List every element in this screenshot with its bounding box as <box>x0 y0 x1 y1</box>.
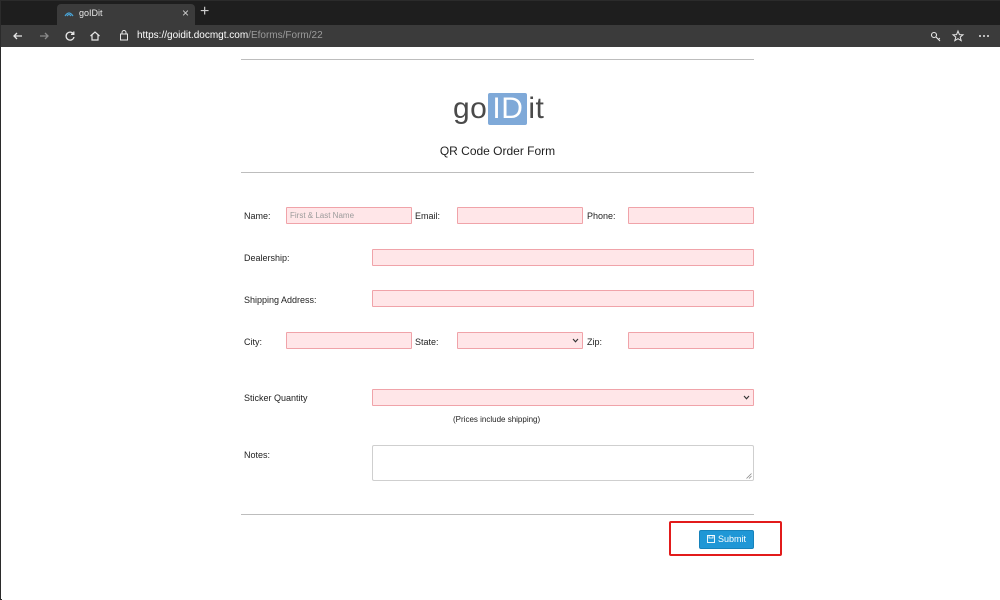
logo-it: it <box>528 92 545 125</box>
email-input[interactable] <box>457 207 583 224</box>
submit-label: Submit <box>717 534 746 544</box>
shipping-address-label: Shipping Address: <box>244 295 317 305</box>
tab-title: goIDit <box>79 8 103 18</box>
address-bar: https://goidit.docmgt.com/Eforms/Form/22 <box>1 25 1000 47</box>
form-title: QR Code Order Form <box>439 144 556 158</box>
browser-window: goIDit × + https://goidit.docmgt.com/Efo… <box>0 0 1000 600</box>
dealership-label: Dealership: <box>244 253 290 263</box>
dealership-input[interactable] <box>372 249 754 266</box>
favicon-icon <box>64 12 74 17</box>
url-path: /Eforms/Form/22 <box>248 30 323 41</box>
close-tab-icon[interactable]: × <box>182 6 189 20</box>
phone-label: Phone: <box>587 211 616 221</box>
footer-divider <box>241 514 754 515</box>
more-menu-icon[interactable] <box>975 27 993 45</box>
sticker-quantity-select[interactable] <box>372 389 754 406</box>
email-label: Email: <box>415 211 441 221</box>
city-input[interactable] <box>286 332 412 349</box>
chevron-down-icon <box>743 395 750 400</box>
zip-input[interactable] <box>628 332 754 349</box>
sticker-quantity-label: Sticker Quantity <box>244 393 308 403</box>
browser-tab[interactable]: goIDit × <box>57 4 195 25</box>
city-label: City: <box>244 337 262 347</box>
name-label: Name: <box>244 211 271 221</box>
notes-label: Notes: <box>244 450 271 460</box>
submit-button[interactable]: Submit <box>699 530 754 549</box>
url-scheme: https:// <box>137 30 168 41</box>
state-select[interactable] <box>457 332 583 349</box>
state-label: State: <box>415 337 439 347</box>
zip-label: Zip: <box>587 337 603 347</box>
name-input[interactable]: First & Last Name <box>286 207 412 224</box>
favorites-star-icon[interactable] <box>949 27 967 45</box>
page-content: go ID it QR Code Order Form Name: First & … <box>2 47 1000 600</box>
logo-id: ID <box>488 93 528 125</box>
tab-bar: goIDit × + <box>1 1 1000 25</box>
new-tab-button[interactable]: + <box>200 4 209 20</box>
header-divider <box>241 172 754 173</box>
top-divider <box>241 59 754 60</box>
save-icon <box>707 535 715 543</box>
url-field[interactable]: https://goidit.docmgt.com/Eforms/Form/22 <box>137 28 323 44</box>
phone-input[interactable] <box>628 207 754 224</box>
lock-icon <box>120 30 128 41</box>
url-host: goidit.docmgt.com <box>167 30 249 41</box>
back-icon[interactable] <box>9 27 27 45</box>
notes-textarea[interactable] <box>372 445 754 481</box>
goidit-logo: go ID it <box>453 93 544 125</box>
shipping-address-input[interactable] <box>372 290 754 307</box>
resize-handle-icon[interactable] <box>746 473 752 479</box>
logo-go: go <box>453 92 488 125</box>
home-icon[interactable] <box>86 27 104 45</box>
prices-note: (Prices include shipping) <box>453 415 541 424</box>
forward-icon[interactable] <box>35 27 53 45</box>
refresh-icon[interactable] <box>61 27 79 45</box>
key-icon[interactable] <box>927 27 945 45</box>
chevron-down-icon <box>572 338 579 343</box>
